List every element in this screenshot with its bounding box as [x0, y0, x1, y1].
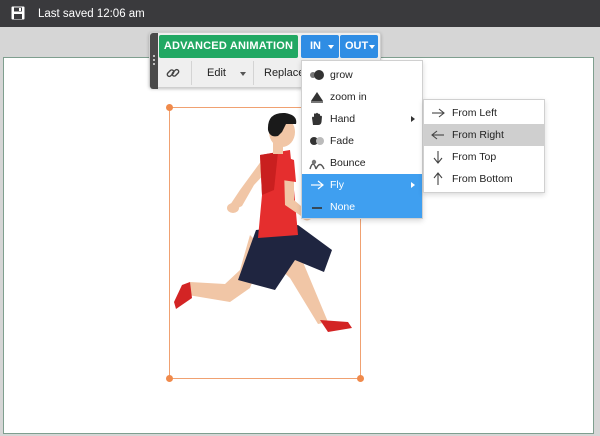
bounce-icon — [309, 159, 325, 170]
hand-icon — [312, 112, 322, 125]
menu-item-fly[interactable]: Fly — [302, 174, 422, 196]
edit-button[interactable]: Edit — [207, 67, 226, 79]
menu-item-label: grow — [330, 69, 353, 81]
menu-item-label: Hand — [330, 113, 356, 125]
animation-in-menu: grow zoom in Hand Fade Bounce Fly None — [301, 60, 423, 219]
out-label: OUT — [345, 40, 369, 52]
link-icon[interactable] — [166, 66, 180, 80]
toolbar-drag-handle[interactable] — [150, 33, 158, 89]
last-saved-text: Last saved 12:06 am — [38, 8, 145, 20]
submenu-item-from-bottom[interactable]: From Bottom — [424, 168, 544, 190]
animation-out-button[interactable]: OUT — [340, 35, 378, 58]
advanced-animation-button[interactable]: ADVANCED ANIMATION — [159, 35, 298, 58]
arrow-right-icon — [432, 108, 445, 118]
arrow-right-icon — [311, 180, 324, 190]
menu-item-fade[interactable]: Fade — [302, 130, 422, 152]
menu-item-zoom-in[interactable]: zoom in — [302, 86, 422, 108]
in-label: IN — [310, 40, 321, 52]
submenu-item-label: From Top — [452, 151, 497, 163]
toolbar-divider — [191, 61, 192, 85]
toolbar-divider — [253, 61, 254, 85]
submenu-item-label: From Right — [452, 129, 504, 141]
menu-item-hand[interactable]: Hand — [302, 108, 422, 130]
submenu-item-from-right[interactable]: From Right — [424, 124, 544, 146]
edit-dropdown-caret-icon[interactable] — [240, 72, 246, 76]
replace-button[interactable]: Replace — [264, 67, 304, 79]
grow-icon — [310, 70, 324, 80]
submenu-arrow-icon — [411, 182, 415, 188]
top-bar: Last saved 12:06 am — [0, 0, 600, 27]
arrow-left-icon — [431, 130, 444, 140]
submenu-item-label: From Left — [452, 107, 497, 119]
arrow-up-icon — [433, 172, 443, 185]
menu-item-grow[interactable]: grow — [302, 64, 422, 86]
fly-direction-submenu: From Left From Right From Top From Botto… — [423, 99, 545, 193]
submenu-item-label: From Bottom — [452, 173, 513, 185]
menu-item-bounce[interactable]: Bounce — [302, 152, 422, 174]
menu-item-none[interactable]: None — [302, 196, 422, 218]
chevron-down-icon — [328, 45, 334, 49]
menu-item-label: zoom in — [330, 91, 367, 103]
animation-in-button[interactable]: IN — [301, 35, 339, 58]
submenu-item-from-top[interactable]: From Top — [424, 146, 544, 168]
resize-handle-bottom-right[interactable] — [357, 375, 364, 382]
dash-icon — [312, 207, 322, 209]
submenu-item-from-left[interactable]: From Left — [424, 102, 544, 124]
floppy-disk-icon[interactable] — [11, 6, 25, 20]
menu-item-label: Fly — [330, 179, 344, 191]
resize-handle-top-left[interactable] — [166, 104, 173, 111]
menu-item-label: None — [330, 201, 356, 213]
submenu-arrow-icon — [411, 116, 415, 122]
resize-handle-bottom-left[interactable] — [166, 375, 173, 382]
fade-icon — [310, 137, 324, 145]
zoom-in-icon — [311, 92, 323, 103]
menu-item-label: Bounce — [330, 157, 366, 169]
chevron-down-icon — [369, 45, 375, 49]
menu-item-label: Fade — [330, 135, 354, 147]
arrow-down-icon — [433, 151, 443, 164]
